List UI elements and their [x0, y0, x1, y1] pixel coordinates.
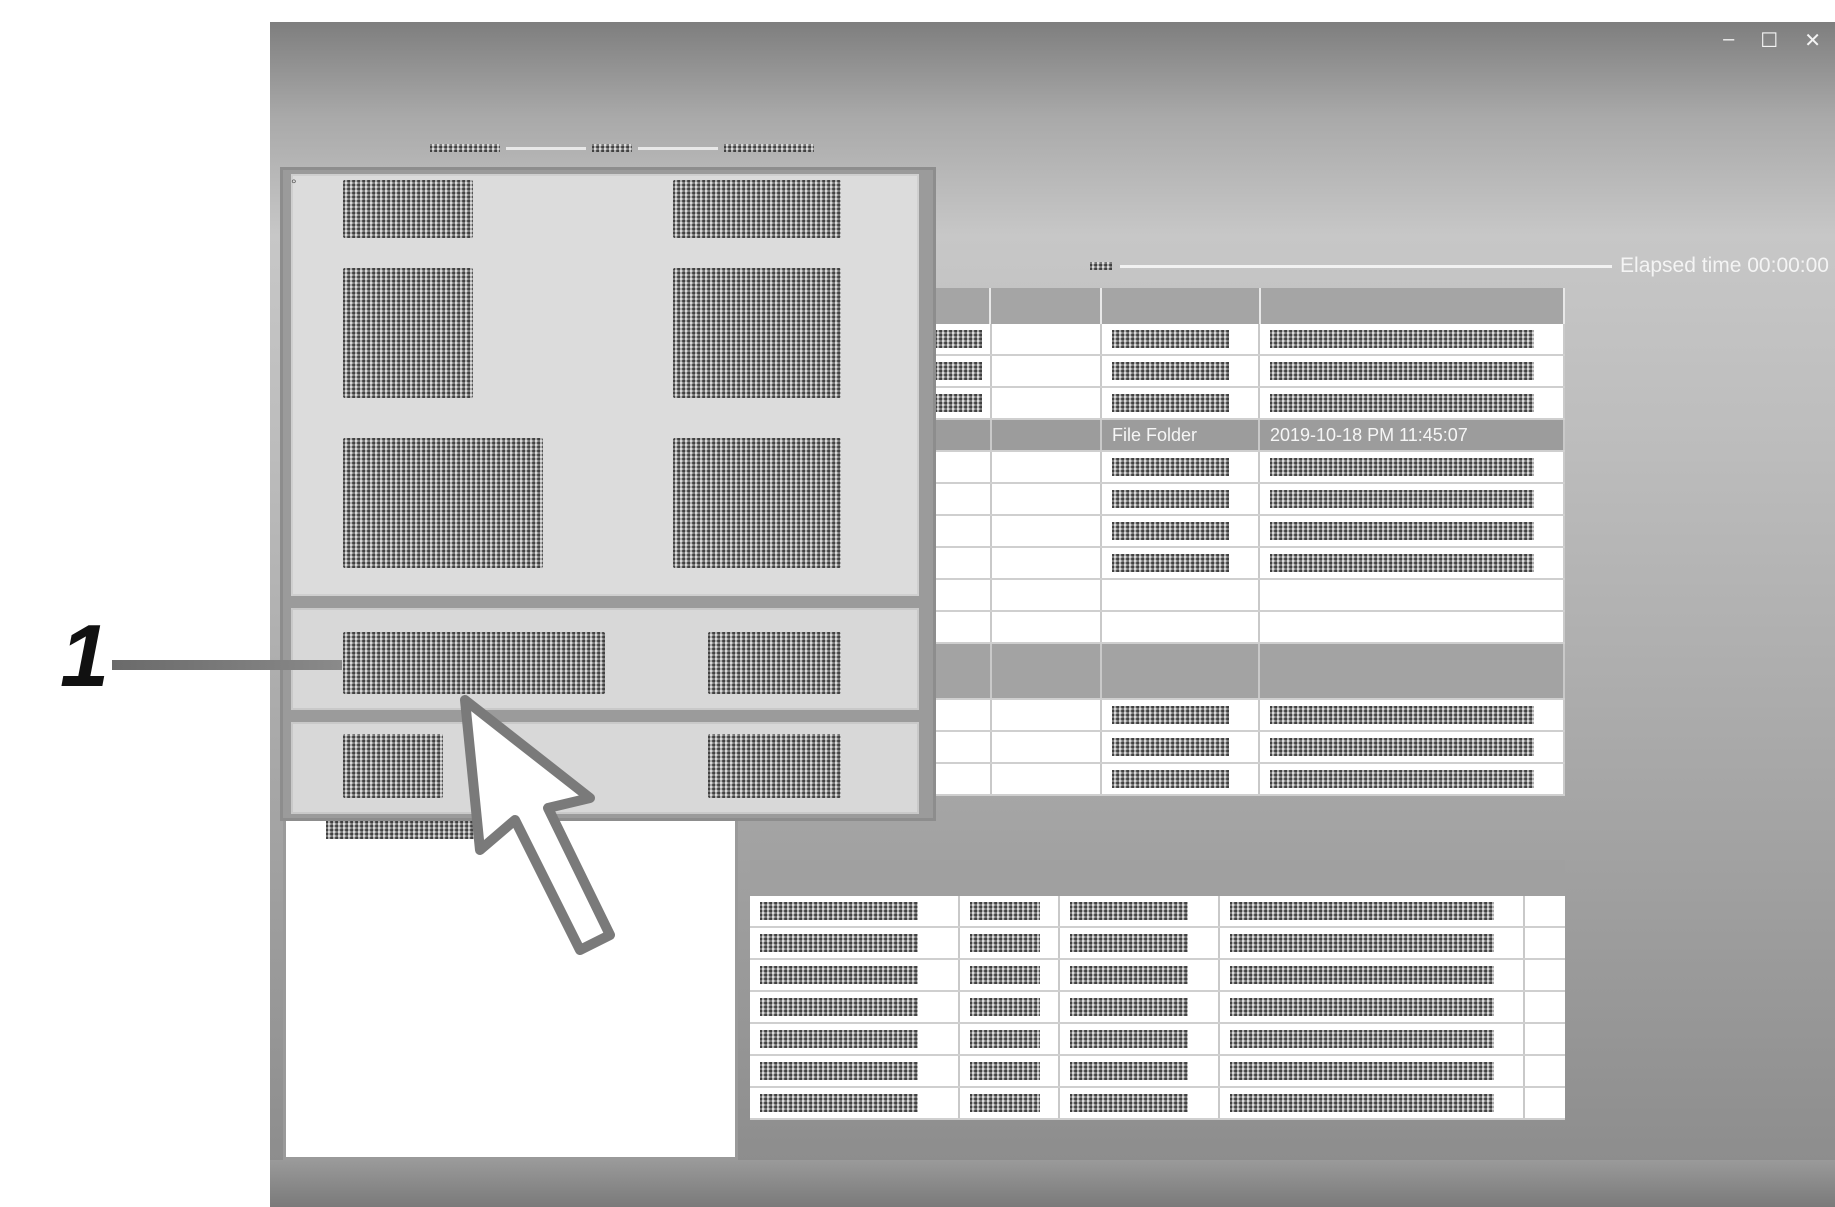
menu-option[interactable]	[343, 180, 473, 238]
menu-option[interactable]	[343, 438, 543, 568]
list-item[interactable]	[750, 1056, 1565, 1088]
menu-option[interactable]	[673, 438, 841, 568]
list-item[interactable]	[750, 992, 1565, 1024]
toolbar-divider	[506, 146, 586, 150]
file-list-lower	[750, 860, 1565, 1120]
list-group-header	[750, 860, 1565, 896]
menu-option[interactable]	[673, 268, 841, 398]
menu-option[interactable]	[708, 734, 841, 798]
list-item[interactable]	[750, 1088, 1565, 1120]
menu-option[interactable]	[343, 268, 473, 398]
minimize-icon[interactable]: –	[1723, 28, 1734, 53]
toolbar-noise	[724, 144, 814, 152]
callout-leader-line	[112, 660, 342, 670]
menu-option[interactable]	[343, 734, 443, 798]
menu-option[interactable]	[708, 632, 841, 694]
toolbar-noise	[592, 144, 632, 152]
restore-icon[interactable]: ☐	[1760, 28, 1778, 53]
path-noise	[1090, 262, 1112, 270]
close-icon[interactable]: ✕	[1804, 28, 1821, 53]
selected-item-date: 2019-10-18 PM 11:45:07	[1270, 424, 1468, 445]
status-bar	[270, 1160, 1835, 1207]
toolbar-divider	[638, 146, 718, 150]
selected-item-type: File Folder	[1112, 424, 1198, 445]
column-header-size[interactable]	[991, 288, 1102, 324]
top-toolbar-strip	[430, 144, 814, 152]
menu-top-section: °	[291, 174, 919, 596]
menu-option[interactable]	[673, 180, 841, 238]
column-header-date[interactable]	[1261, 288, 1565, 324]
list-item[interactable]	[750, 1024, 1565, 1056]
progress-line	[1120, 264, 1613, 268]
toolbar-noise	[430, 144, 500, 152]
column-header-type[interactable]	[1102, 288, 1261, 324]
list-item[interactable]	[750, 896, 1565, 928]
elapsed-time-label: Elapsed time 00:00:00	[1620, 254, 1829, 277]
list-item[interactable]	[750, 928, 1565, 960]
pointer-arrow-icon	[460, 695, 615, 955]
corner-tick: °	[291, 176, 297, 192]
list-item[interactable]	[750, 960, 1565, 992]
callout-number: 1	[60, 606, 109, 705]
window-controls: – ☐ ✕	[1709, 22, 1835, 59]
elapsed-row: Elapsed time 00:00:00	[1090, 254, 1835, 278]
